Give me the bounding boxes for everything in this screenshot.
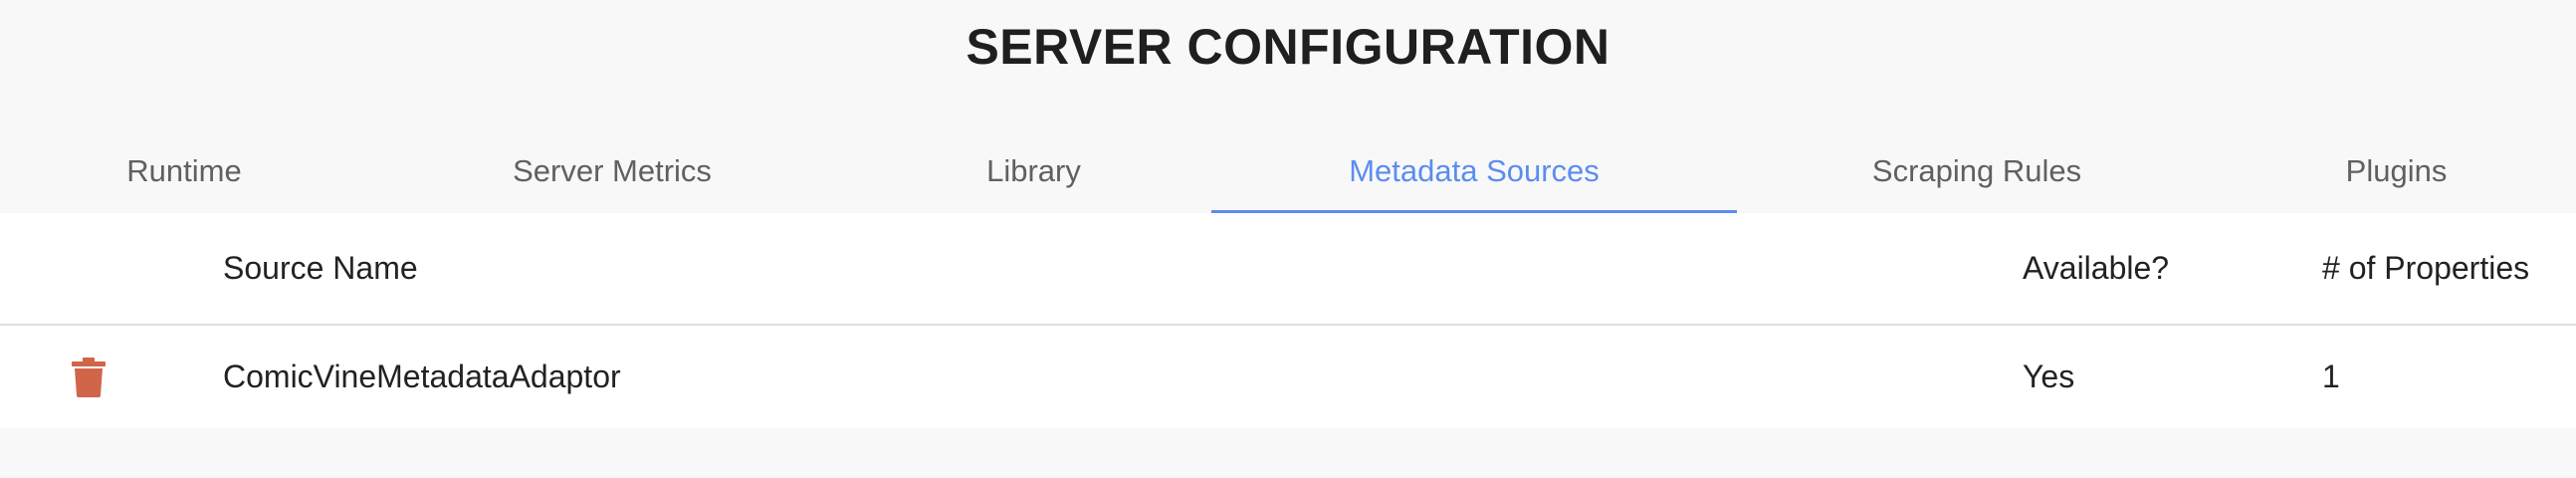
server-configuration-page: SERVER CONFIGURATION Runtime Server Metr… bbox=[0, 0, 2576, 478]
tab-label: Library bbox=[986, 153, 1081, 188]
tab-bar: Runtime Server Metrics Library Metadata … bbox=[0, 129, 2576, 214]
tab-label: Plugins bbox=[2345, 153, 2448, 188]
tab-metadata-sources[interactable]: Metadata Sources bbox=[1211, 129, 1737, 214]
tab-label: Runtime bbox=[126, 153, 242, 188]
column-header-source-name[interactable]: Source Name bbox=[223, 213, 418, 324]
properties-count-cell: 1 bbox=[2322, 358, 2340, 394]
tab-plugins[interactable]: Plugins bbox=[2217, 129, 2576, 213]
trash-icon[interactable] bbox=[72, 357, 106, 397]
metadata-sources-table: Source Name Available? # of Properties C… bbox=[0, 213, 2576, 428]
source-name-cell: ComicVineMetadataAdaptor bbox=[223, 358, 621, 394]
table-row[interactable]: ComicVineMetadataAdaptor Yes 1 bbox=[0, 326, 2576, 428]
available-cell: Yes bbox=[2023, 358, 2075, 394]
tab-runtime[interactable]: Runtime bbox=[0, 129, 368, 213]
table-header: Source Name Available? # of Properties bbox=[0, 213, 2576, 326]
tab-label: Scraping Rules bbox=[1871, 153, 2082, 188]
tab-server-metrics[interactable]: Server Metrics bbox=[368, 129, 856, 213]
tab-library[interactable]: Library bbox=[856, 129, 1211, 213]
page-title: SERVER CONFIGURATION bbox=[966, 19, 1610, 75]
column-header-available[interactable]: Available? bbox=[2023, 213, 2169, 324]
tab-scraping-rules[interactable]: Scraping Rules bbox=[1737, 129, 2217, 213]
delete-button[interactable] bbox=[72, 326, 106, 428]
tab-label: Server Metrics bbox=[513, 153, 712, 188]
column-header-properties[interactable]: # of Properties bbox=[2322, 213, 2529, 324]
tab-label: Metadata Sources bbox=[1349, 153, 1600, 188]
